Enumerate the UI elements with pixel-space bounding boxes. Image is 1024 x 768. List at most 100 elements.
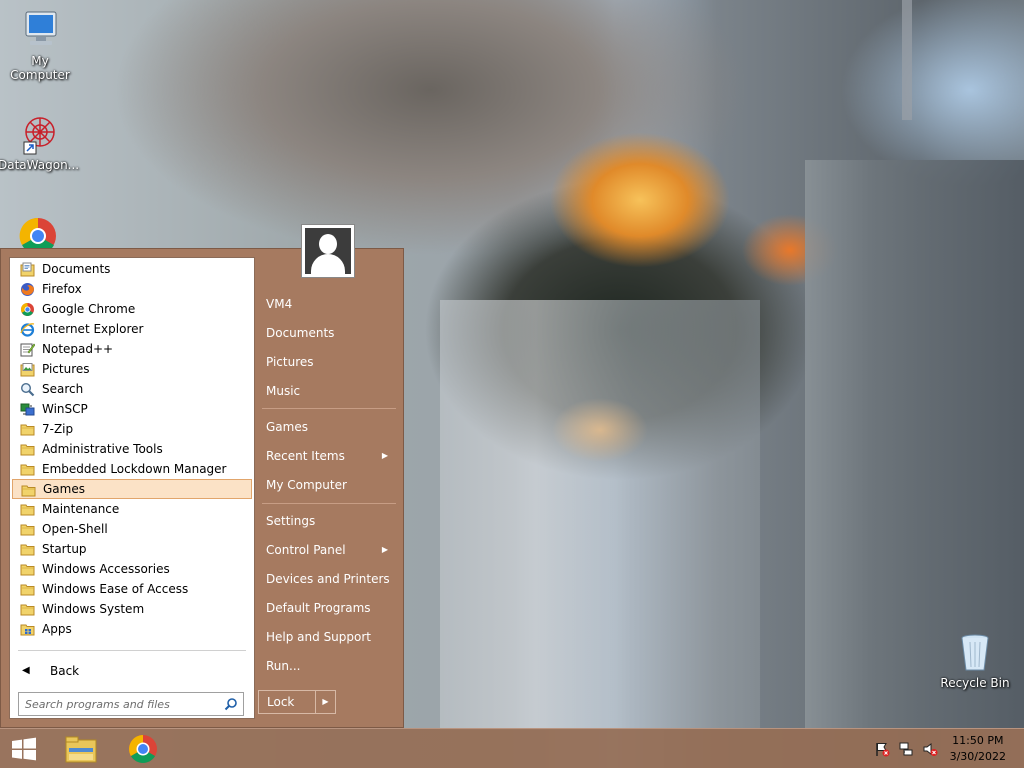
- start-button[interactable]: [0, 729, 48, 768]
- program-item-administrative-tools[interactable]: Administrative Tools: [12, 439, 252, 459]
- pictures-icon: [20, 362, 35, 377]
- apps-icon: [20, 622, 35, 636]
- program-item-label: 7-Zip: [42, 422, 74, 436]
- right-item-music[interactable]: Music: [258, 379, 398, 403]
- volume-muted-icon[interactable]: [922, 741, 938, 757]
- program-item-label: Startup: [42, 542, 87, 556]
- right-item-label: Documents: [266, 326, 335, 340]
- desktop-icon-recycle-bin[interactable]: Recycle Bin: [935, 630, 1015, 690]
- search-input[interactable]: [19, 693, 215, 715]
- winscp-icon: [20, 402, 35, 416]
- program-item-winscp[interactable]: WinSCP: [12, 399, 252, 419]
- lock-options-button[interactable]: ▶: [315, 691, 335, 713]
- program-item-startup[interactable]: Startup: [12, 539, 252, 559]
- program-item-open-shell[interactable]: Open-Shell: [12, 519, 252, 539]
- program-item-maintenance[interactable]: Maintenance: [12, 499, 252, 519]
- right-item-label: Default Programs: [266, 601, 371, 615]
- desktop-icon-label: My Computer: [10, 54, 70, 82]
- lock-label: Lock: [267, 695, 295, 709]
- recycle-bin-icon: [953, 630, 997, 674]
- right-item-label: Help and Support: [266, 630, 371, 644]
- right-item-run[interactable]: Run...: [258, 654, 398, 678]
- right-pane-separator: [262, 408, 396, 409]
- program-item-windows-accessories[interactable]: Windows Accessories: [12, 559, 252, 579]
- right-item-help-and-support[interactable]: Help and Support: [258, 625, 398, 649]
- program-item-label: Administrative Tools: [42, 442, 163, 456]
- desktop-icon-label: Recycle Bin: [940, 676, 1010, 690]
- windows-logo-icon: [12, 737, 36, 761]
- folder-icon: [21, 483, 36, 497]
- search-icon[interactable]: [224, 697, 238, 711]
- right-item-label: Settings: [266, 514, 316, 528]
- right-item-documents[interactable]: Documents: [258, 321, 398, 345]
- chrome-icon: [129, 735, 157, 763]
- program-item-documents[interactable]: Documents: [12, 259, 252, 279]
- program-item-label: Windows System: [42, 602, 145, 616]
- program-item-label: Apps: [42, 622, 72, 636]
- user-silhouette-icon: [305, 228, 351, 274]
- program-item-google-chrome[interactable]: Google Chrome: [12, 299, 252, 319]
- network-icon[interactable]: [898, 741, 914, 757]
- search-box[interactable]: [18, 692, 244, 716]
- internet-explorer-icon: [20, 322, 35, 337]
- notepad-plus-icon: [20, 342, 36, 357]
- wallpaper-antenna: [902, 0, 912, 120]
- right-pane-separator: [262, 503, 396, 504]
- taskbar-file-explorer[interactable]: [58, 729, 104, 768]
- program-item-search[interactable]: Search: [12, 379, 252, 399]
- programs-list: Documents Firefox Google Chrome Internet Ex…: [10, 258, 254, 639]
- right-item-label: Run...: [266, 659, 301, 673]
- desktop-icon-my-computer[interactable]: My Computer: [0, 8, 80, 82]
- program-item-internet-explorer[interactable]: Internet Explorer: [12, 319, 252, 339]
- right-item-label: Recent Items: [266, 449, 345, 463]
- program-item-pictures[interactable]: Pictures: [12, 359, 252, 379]
- right-item-games[interactable]: Games: [258, 415, 398, 439]
- lock-button[interactable]: Lock ▶: [258, 690, 336, 714]
- program-item-label: Internet Explorer: [42, 322, 144, 336]
- right-item-pictures[interactable]: Pictures: [258, 350, 398, 374]
- user-avatar[interactable]: [301, 224, 355, 278]
- back-button[interactable]: ◀ Back: [10, 660, 254, 682]
- right-item-label: Devices and Printers: [266, 572, 390, 586]
- clock-date: 3/30/2022: [949, 750, 1006, 763]
- right-item-my-computer[interactable]: My Computer: [258, 473, 398, 497]
- taskbar: 11:50 PM 3/30/2022: [0, 728, 1024, 768]
- folder-icon: [20, 542, 35, 556]
- search-icon: [20, 382, 35, 397]
- desktop-icon-datawagon[interactable]: DataWagon...: [0, 112, 79, 172]
- computer-icon: [18, 8, 62, 52]
- folder-icon: [20, 602, 35, 616]
- right-item-control-panel[interactable]: Control Panel ▶: [258, 538, 398, 562]
- folder-icon: [20, 502, 35, 516]
- firefox-icon: [20, 282, 35, 296]
- program-item-7-zip[interactable]: 7-Zip: [12, 419, 252, 439]
- program-item-label: Firefox: [42, 282, 82, 296]
- system-clock[interactable]: 11:50 PM 3/30/2022: [950, 733, 1006, 765]
- right-item-label: My Computer: [266, 478, 347, 492]
- program-item-games[interactable]: Games: [12, 479, 252, 499]
- program-item-label: Documents: [42, 262, 111, 276]
- right-item-label: Control Panel: [266, 543, 346, 557]
- right-item-label: VM4: [266, 297, 293, 311]
- right-item-label: Games: [266, 420, 308, 434]
- program-item-embedded-lockdown-manager[interactable]: Embedded Lockdown Manager: [12, 459, 252, 479]
- program-item-label: WinSCP: [42, 402, 88, 416]
- folder-icon: [20, 442, 35, 456]
- program-item-windows-system[interactable]: Windows System: [12, 599, 252, 619]
- datawagon-icon: [16, 112, 60, 156]
- folder-icon: [20, 562, 35, 576]
- right-item-recent-items[interactable]: Recent Items ▶: [258, 444, 398, 468]
- program-item-apps[interactable]: Apps: [12, 619, 252, 639]
- programs-pane: Documents Firefox Google Chrome Internet Ex…: [9, 257, 255, 719]
- action-center-flag-icon[interactable]: [874, 741, 890, 757]
- folder-icon: [20, 422, 35, 436]
- right-item-devices-and-printers[interactable]: Devices and Printers: [258, 567, 398, 591]
- right-item-vm4[interactable]: VM4: [258, 292, 398, 316]
- right-item-default-programs[interactable]: Default Programs: [258, 596, 398, 620]
- program-item-label: Google Chrome: [42, 302, 136, 316]
- program-item-firefox[interactable]: Firefox: [12, 279, 252, 299]
- program-item-windows-ease-of-access[interactable]: Windows Ease of Access: [12, 579, 252, 599]
- right-item-settings[interactable]: Settings: [258, 509, 398, 533]
- program-item-notepad[interactable]: Notepad++: [12, 339, 252, 359]
- taskbar-chrome[interactable]: [120, 729, 166, 768]
